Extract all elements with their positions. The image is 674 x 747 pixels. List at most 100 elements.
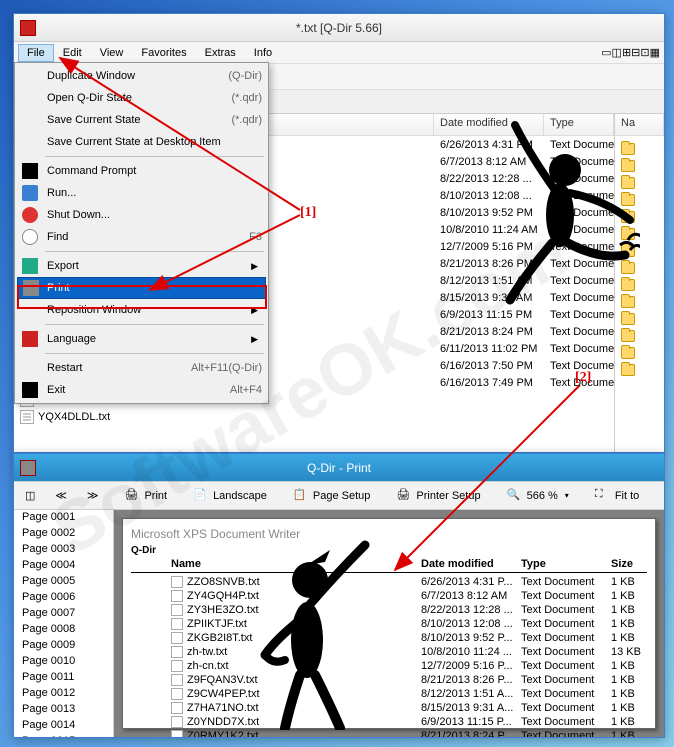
print-titlebar[interactable]: Q-Dir - Print <box>14 454 664 482</box>
preview-row: zh-tw.txt10/8/2010 11:24 ...Text Documen… <box>131 645 647 659</box>
page-item[interactable]: Page 0004 <box>14 558 113 574</box>
menu-exit[interactable]: ExitAlt+F4 <box>17 379 266 401</box>
file-row[interactable]: YQX4DLDL.txt <box>20 408 614 425</box>
menu-info[interactable]: Info <box>245 44 281 62</box>
folder-item[interactable] <box>617 140 662 157</box>
page-item[interactable]: Page 0005 <box>14 574 113 590</box>
nav-next-button[interactable]: ≫ <box>80 485 106 507</box>
text-file-icon <box>20 410 34 424</box>
page-item[interactable]: Page 0014 <box>14 718 113 734</box>
page-item[interactable]: Page 0011 <box>14 670 113 686</box>
menu-save-state[interactable]: Save Current State(*.qdr) <box>17 109 266 131</box>
preview-row: Z9CW4PEP.txt8/12/2013 1:51 A...Text Docu… <box>131 687 647 701</box>
toggle-panel-button[interactable]: ◫ <box>18 485 42 507</box>
menu-language[interactable]: Language▶ <box>17 328 266 350</box>
folder-item[interactable] <box>617 344 662 361</box>
folder-item[interactable] <box>617 174 662 191</box>
col-date[interactable]: Date modified <box>434 114 544 135</box>
folder-item[interactable] <box>617 327 662 344</box>
main-title: *.txt [Q-Dir 5.66] <box>296 21 382 35</box>
menu-file[interactable]: File <box>18 44 54 62</box>
folder-item[interactable] <box>617 208 662 225</box>
text-file-icon <box>171 604 183 616</box>
menu-find[interactable]: FindF3 <box>17 226 266 248</box>
landscape-button[interactable]: 📄Landscape <box>186 485 274 507</box>
menu-separator <box>45 156 264 157</box>
layout-icon-5[interactable]: ⊡ <box>640 46 649 59</box>
page-item[interactable]: Page 0009 <box>14 638 113 654</box>
printer-setup-button[interactable]: 🖨Printer Setup <box>389 485 487 507</box>
folder-item[interactable] <box>617 191 662 208</box>
col-type[interactable]: Type <box>544 114 614 135</box>
main-titlebar[interactable]: *.txt [Q-Dir 5.66] <box>14 14 664 42</box>
layout-icon-2[interactable]: ◫ <box>612 46 622 59</box>
print-window-icon <box>20 460 36 476</box>
nav-first-button[interactable]: ≪ <box>48 485 74 507</box>
page-item[interactable]: Page 0008 <box>14 622 113 638</box>
page-item[interactable]: Page 0013 <box>14 702 113 718</box>
page-item[interactable]: Page 0001 <box>14 510 113 526</box>
menu-run[interactable]: Run... <box>17 182 266 204</box>
zoom-button[interactable]: 🔍566 %▾ <box>500 485 576 507</box>
qdir-print-window: Q-Dir - Print ◫ ≪ ≫ 🖨Print 📄Landscape 📋P… <box>13 453 665 738</box>
folder-item[interactable] <box>617 293 662 310</box>
layout-icon-3[interactable]: ⊞ <box>622 46 631 59</box>
menu-open-state[interactable]: Open Q-Dir State(*.qdr) <box>17 87 266 109</box>
fit-button[interactable]: ⛶Fit to <box>588 485 646 507</box>
menu-favorites[interactable]: Favorites <box>132 44 195 62</box>
folder-item[interactable] <box>617 361 662 378</box>
page-item[interactable]: Page 0006 <box>14 590 113 606</box>
preview-area[interactable]: Microsoft XPS Document Writer Q-Dir Name… <box>114 510 664 737</box>
col-name-right[interactable]: Na <box>615 114 664 135</box>
text-file-icon <box>171 618 183 630</box>
folder-item[interactable] <box>617 276 662 293</box>
menu-export[interactable]: Export▶ <box>17 255 266 277</box>
submenu-arrow-icon: ▶ <box>251 334 258 345</box>
print-button[interactable]: 🖨Print <box>117 485 174 507</box>
page-list[interactable]: Page 0001Page 0002Page 0003Page 0004Page… <box>14 510 114 737</box>
page-item[interactable]: Page 0015 <box>14 734 113 737</box>
menu-extras[interactable]: Extras <box>196 44 245 62</box>
folder-icon <box>621 330 635 342</box>
menu-save-desktop[interactable]: Save Current State at Desktop Item <box>17 131 266 153</box>
preview-row: ZY3HE3ZO.txt8/22/2013 12:28 ...Text Docu… <box>131 603 647 617</box>
text-file-icon <box>171 576 183 588</box>
page-item[interactable]: Page 0007 <box>14 606 113 622</box>
print-icon <box>23 280 39 296</box>
page-item[interactable]: Page 0012 <box>14 686 113 702</box>
menu-shutdown[interactable]: Shut Down... <box>17 204 266 226</box>
page-item[interactable]: Page 0003 <box>14 542 113 558</box>
preview-row: ZY4GQH4P.txt6/7/2013 8:12 AMText Documen… <box>131 589 647 603</box>
layout-icon-1[interactable]: ▭ <box>601 46 611 59</box>
menu-view[interactable]: View <box>91 44 133 62</box>
page-setup-button[interactable]: 📋Page Setup <box>286 485 378 507</box>
text-file-icon <box>171 646 183 658</box>
folder-icon <box>621 211 635 223</box>
menu-edit[interactable]: Edit <box>54 44 91 62</box>
menu-duplicate-window[interactable]: Duplicate Window(Q-Dir) <box>17 65 266 87</box>
folder-item[interactable] <box>617 157 662 174</box>
menu-print[interactable]: Print <box>17 277 266 299</box>
preview-row: ZZO8SNVB.txt6/26/2013 4:31 P...Text Docu… <box>131 575 647 589</box>
folder-item[interactable] <box>617 242 662 259</box>
page-item[interactable]: Page 0010 <box>14 654 113 670</box>
folder-item[interactable] <box>617 259 662 276</box>
menu-restart[interactable]: RestartAlt+F11(Q-Dir) <box>17 357 266 379</box>
layout-icon-4[interactable]: ⊟ <box>631 46 640 59</box>
submenu-arrow-icon: ▶ <box>251 261 258 272</box>
folder-icon <box>621 194 635 206</box>
main-menubar: File Edit View Favorites Extras Info ▭ ◫… <box>14 42 664 64</box>
printer-icon: 🖨 <box>124 488 140 504</box>
folder-item[interactable] <box>617 225 662 242</box>
menu-reposition[interactable]: Reposition Window▶ <box>17 299 266 321</box>
page-item[interactable]: Page 0002 <box>14 526 113 542</box>
folder-item[interactable] <box>617 310 662 327</box>
menu-command-prompt[interactable]: Command Prompt <box>17 160 266 182</box>
folder-icon <box>621 313 635 325</box>
folder-icon <box>621 347 635 359</box>
text-file-icon <box>171 632 183 644</box>
folder-icon <box>621 364 635 376</box>
text-file-icon <box>171 660 183 672</box>
preview-row: Z0YNDD7X.txt6/9/2013 11:15 P...Text Docu… <box>131 715 647 729</box>
layout-icon-6[interactable]: ▦ <box>650 46 660 59</box>
